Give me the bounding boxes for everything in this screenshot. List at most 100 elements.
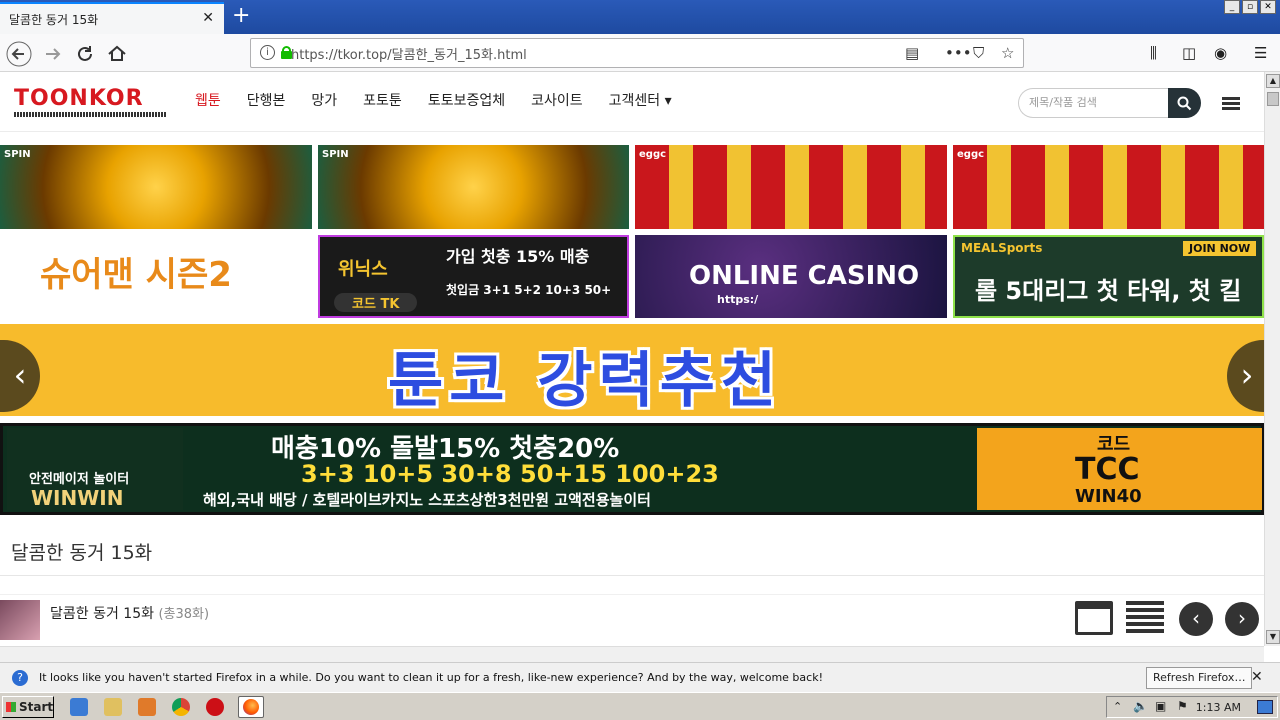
scroll-thumb[interactable] xyxy=(1267,92,1279,106)
page-actions-icon[interactable]: ••• xyxy=(945,44,972,62)
ad-tag: eggc xyxy=(957,149,985,160)
ad-banner-winix[interactable]: 위닉스 가입 첫충 15% 매충 첫입금 3+1 5+2 10+3 50+ 코드… xyxy=(318,235,629,318)
forward-button[interactable] xyxy=(40,41,66,67)
tab-title: 달콤한 동거 15화 xyxy=(9,12,99,27)
next-episode-button[interactable]: › xyxy=(1225,602,1259,636)
prev-episode-button[interactable]: ‹ xyxy=(1179,602,1213,636)
episode-thumbnail[interactable] xyxy=(0,600,40,640)
page-title: 달콤한 동거 15화 xyxy=(11,542,153,564)
winwin-code-box: 코드 TCC WIN40 xyxy=(977,428,1262,510)
nav-book[interactable]: 단행본 xyxy=(234,90,299,112)
windows-logo-icon xyxy=(6,702,16,712)
reload-button[interactable] xyxy=(72,41,98,67)
divider xyxy=(0,575,1264,576)
clock: 1:13 AM xyxy=(1195,701,1241,714)
search-button[interactable] xyxy=(1168,88,1201,118)
home-button[interactable] xyxy=(104,41,130,67)
ad-banner-spin-1[interactable]: SPIN xyxy=(0,145,312,229)
ad-text: 슈어맨 시즌2 xyxy=(40,255,232,295)
reload-icon xyxy=(78,46,92,61)
menu-icon[interactable]: ☰ xyxy=(1254,44,1267,62)
forward-arrow-icon xyxy=(46,48,61,60)
close-window-button[interactable]: ✕ xyxy=(1260,0,1276,14)
nav-manga[interactable]: 망가 xyxy=(298,90,350,112)
ad-text: 해외,국내 배당 / 호텔라이브카지노 스포츠상한3천만원 고액전용놀이터 xyxy=(203,491,651,509)
window-view-icon[interactable] xyxy=(1075,601,1113,635)
search-input[interactable]: 제목/작품 검색 xyxy=(1018,88,1168,118)
vertical-scrollbar[interactable]: ▲ ▼ xyxy=(1264,72,1280,646)
opera-icon[interactable] xyxy=(206,698,224,716)
nav-support[interactable]: 고객센터 ▾ xyxy=(596,90,685,112)
ad-banner-eggc-2[interactable]: eggc xyxy=(953,145,1264,229)
ad-tag: SPIN xyxy=(322,149,349,160)
sidebar-icon[interactable]: ◫ xyxy=(1182,44,1196,62)
back-button[interactable] xyxy=(6,41,32,67)
ie-icon[interactable] xyxy=(70,698,88,716)
ad-banner-spin-2[interactable]: SPIN xyxy=(318,145,629,229)
network-icon[interactable]: ▣ xyxy=(1155,699,1166,713)
url-bar[interactable]: i https://tkor.top/달콤한_동거_15화.html ▤ •••… xyxy=(250,38,1024,68)
close-icon[interactable]: ✕ xyxy=(1251,669,1263,685)
page-viewport: TOONKOR 웹툰 단행본 망가 포토툰 토토보증업체 코사이트 고객센터 ▾… xyxy=(0,72,1264,646)
ad-banner-meal-sports[interactable]: MEALSports JOIN NOW 롤 5대리그 첫 타워, 첫 킬 xyxy=(953,235,1264,318)
scroll-down-icon[interactable]: ▼ xyxy=(1266,630,1280,644)
chevron-down-icon: ▾ xyxy=(664,93,672,109)
ad-banner-winwin[interactable]: 안전메이저 놀이터 WINWIN 매충10% 돌발15% 첫충20% 3+3 1… xyxy=(0,423,1264,515)
lock-icon[interactable] xyxy=(281,46,292,59)
search-icon xyxy=(1177,96,1192,111)
site-logo[interactable]: TOONKOR xyxy=(14,88,166,117)
notification-text: It looks like you haven't started Firefo… xyxy=(39,671,823,684)
restore-button[interactable]: ▫ xyxy=(1242,0,1258,14)
nav-support-label: 고객센터 xyxy=(608,93,661,109)
hero-banner[interactable]: 툰코 강력추천 xyxy=(0,324,1264,416)
nav-phototoon[interactable]: 포토툰 xyxy=(350,90,415,112)
ad-banner-online-casino[interactable]: ONLINE CASINO https:/ xyxy=(635,235,947,318)
system-tray: ⌃ 🔈 ▣ ⚑ 1:13 AM xyxy=(1106,696,1278,718)
refresh-firefox-button[interactable]: Refresh Firefox… xyxy=(1146,667,1253,689)
ad-text: ONLINE CASINO xyxy=(689,261,920,291)
ad-code: TCC xyxy=(1075,452,1140,487)
info-icon[interactable]: i xyxy=(260,45,275,60)
horizontal-scrollbar[interactable] xyxy=(0,646,1264,662)
ad-banner-sureman[interactable]: 슈어맨 시즌2 xyxy=(0,235,312,318)
site-header: TOONKOR 웹툰 단행본 망가 포토툰 토토보증업체 코사이트 고객센터 ▾… xyxy=(0,72,1264,132)
nav-cosite[interactable]: 코사이트 xyxy=(518,90,596,112)
browser-tab[interactable]: 달콤한 동거 15화 ✕ xyxy=(0,2,224,34)
volume-icon[interactable]: 🔈 xyxy=(1133,699,1148,713)
nav-toto[interactable]: 토토보증업체 xyxy=(415,90,518,112)
ad-text: 3+3 10+5 30+8 50+15 100+23 xyxy=(301,460,719,488)
ad-banner-eggc-1[interactable]: eggc xyxy=(635,145,947,229)
folder-icon[interactable] xyxy=(104,698,122,716)
scroll-up-icon[interactable]: ▲ xyxy=(1266,74,1280,88)
start-label: Start xyxy=(19,700,54,714)
reader-view-icon[interactable]: ▤ xyxy=(905,44,919,62)
bookmark-star-icon[interactable]: ☆ xyxy=(1001,44,1014,62)
media-player-icon[interactable] xyxy=(138,698,156,716)
chevron-right-icon: › xyxy=(1238,606,1246,630)
account-icon[interactable]: ◉ xyxy=(1214,44,1227,62)
ad-text: 안전메이저 놀이터 xyxy=(29,472,130,487)
nav-webtoon[interactable]: 웹툰 xyxy=(182,90,234,112)
notification-bar: ? It looks like you haven't started Fire… xyxy=(0,662,1280,692)
ad-brand: 위닉스 xyxy=(338,259,388,280)
episode-list-icon[interactable] xyxy=(1126,601,1164,635)
navigation-toolbar: i https://tkor.top/달콤한_동거_15화.html ▤ •••… xyxy=(0,34,1280,72)
start-button[interactable]: Start xyxy=(2,696,54,718)
show-desktop-icon[interactable] xyxy=(1257,700,1273,714)
episode-title-text: 달콤한 동거 15화 xyxy=(50,606,154,622)
minimize-button[interactable]: _ xyxy=(1224,0,1240,14)
pocket-icon[interactable]: ⛉ xyxy=(973,44,984,62)
chevron-left-icon: ‹ xyxy=(1192,606,1200,630)
library-icon[interactable]: ⫼ xyxy=(1150,44,1157,62)
episode-title: 달콤한 동거 15화 (총38화) xyxy=(50,603,209,623)
chrome-icon[interactable] xyxy=(172,698,190,716)
tray-chevron-icon[interactable]: ⌃ xyxy=(1113,700,1122,713)
tab-close-icon[interactable]: ✕ xyxy=(202,10,214,26)
url-text[interactable]: https://tkor.top/달콤한_동거_15화.html xyxy=(291,44,527,63)
firefox-task-button[interactable] xyxy=(238,696,264,718)
ad-text: https:/ xyxy=(717,293,759,306)
flag-icon[interactable]: ⚑ xyxy=(1177,699,1188,713)
home-icon xyxy=(108,45,126,61)
hamburger-menu-icon[interactable] xyxy=(1222,97,1240,111)
new-tab-button[interactable]: + xyxy=(232,4,250,28)
